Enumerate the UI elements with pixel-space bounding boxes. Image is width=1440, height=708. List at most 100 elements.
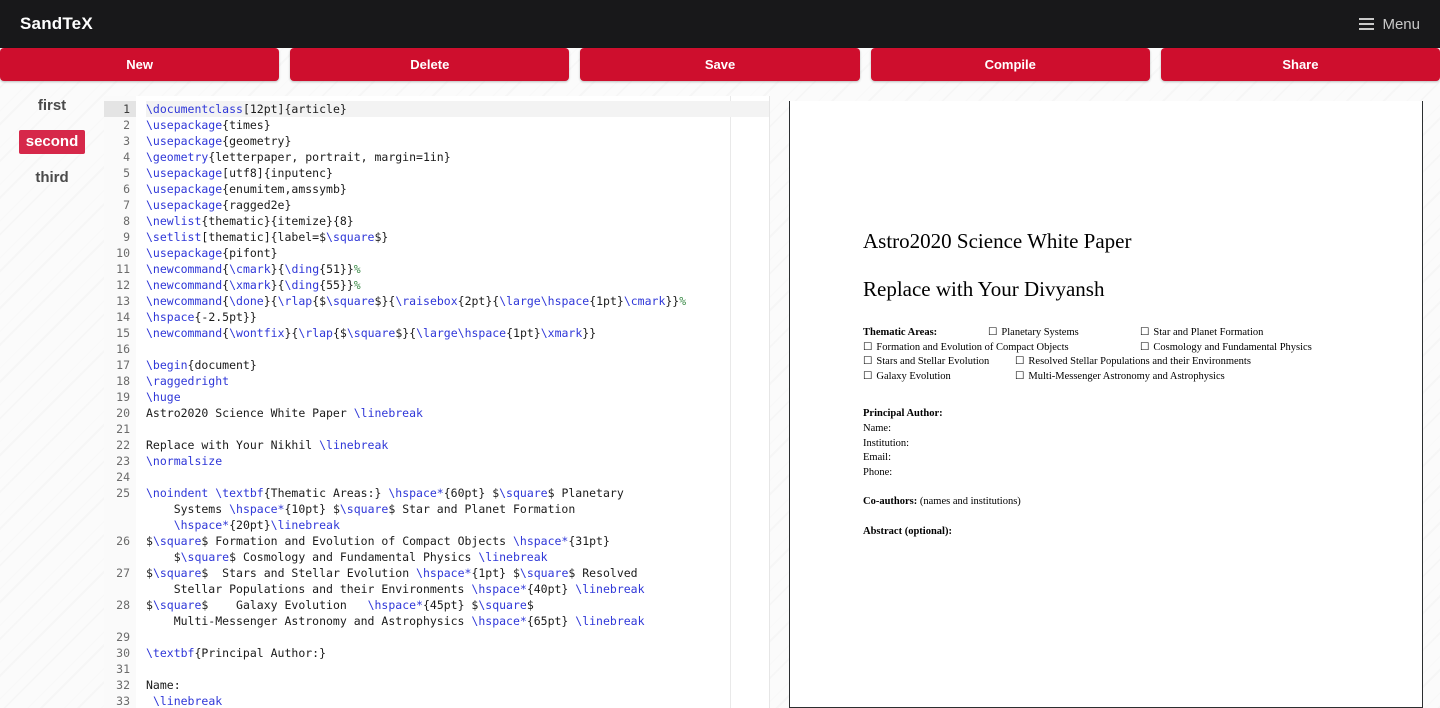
code-line[interactable]	[146, 661, 769, 677]
checkbox-icon: ☐	[863, 356, 873, 368]
thematic-option: ☐ Multi-Messenger Astronomy and Astrophys…	[1015, 370, 1381, 385]
top-bar: SandTeX Menu	[0, 0, 1440, 48]
thematic-option: ☐ Cosmology and Fundamental Physics	[1140, 341, 1381, 356]
code-line[interactable]: \setlist[thematic]{label=$\square$}	[146, 229, 769, 245]
line-number: 21	[116, 422, 130, 436]
code-line[interactable]: \newcommand{\xmark}{\ding{55}}%	[146, 277, 769, 293]
code-line[interactable]	[146, 421, 769, 437]
line-number: 20	[116, 406, 130, 420]
action-toolbar: New Delete Save Compile Share	[0, 48, 1440, 85]
thematic-option: ☐ Galaxy Evolution	[863, 370, 1015, 385]
code-line[interactable]: \usepackage{times}	[146, 117, 769, 133]
thematic-row: ☐ Galaxy Evolution ☐ Multi-Messenger Astro…	[863, 370, 1381, 385]
thematic-option: ☐ Stars and Stellar Evolution	[863, 355, 1015, 370]
code-content[interactable]: \documentclass[12pt]{article} \usepackage…	[136, 101, 769, 708]
checkbox-icon: ☐	[1015, 356, 1025, 368]
pdf-page: Astro2020 Science White Paper Replace wi…	[790, 156, 1422, 707]
line-number: 6	[123, 182, 130, 196]
file-list: first second third	[0, 94, 104, 190]
abstract-label: Abstract (optional):	[863, 525, 952, 537]
thematic-option-label: Galaxy Evolution	[876, 370, 951, 382]
hamburger-icon	[1359, 18, 1375, 30]
save-button[interactable]: Save	[580, 48, 860, 81]
code-line[interactable]: \newlist{thematic}{itemize}{8}	[146, 213, 769, 229]
line-number: 31	[116, 662, 130, 676]
code-line[interactable]: \raggedright	[146, 373, 769, 389]
code-line[interactable]: \usepackage{ragged2e}	[146, 197, 769, 213]
thematic-option: ☐ Formation and Evolution of Compact Obje…	[863, 341, 1140, 356]
line-number: 26	[116, 534, 130, 548]
line-number: 24	[116, 470, 130, 484]
code-line[interactable]: \usepackage{enumitem,amssymb}	[146, 181, 769, 197]
code-line[interactable]: \huge	[146, 389, 769, 405]
code-line[interactable]: Astro2020 Science White Paper \linebreak	[146, 405, 769, 421]
thematic-row: ☐ Formation and Evolution of Compact Obje…	[863, 341, 1381, 356]
menu-button[interactable]: Menu	[1359, 16, 1424, 33]
code-line[interactable]	[146, 341, 769, 357]
code-line[interactable]: \hspace*{20pt}\linebreak	[146, 517, 769, 533]
code-line[interactable]: \usepackage[utf8]{inputenc}	[146, 165, 769, 181]
app-brand: SandTeX	[20, 14, 93, 33]
code-line[interactable]: \linebreak	[146, 693, 769, 708]
checkbox-icon: ☐	[1140, 341, 1150, 353]
code-line[interactable]: \textbf{Principal Author:}	[146, 645, 769, 661]
new-button[interactable]: New	[0, 48, 280, 81]
code-line[interactable]: \usepackage{geometry}	[146, 133, 769, 149]
menu-button-label: Menu	[1382, 15, 1420, 33]
code-line[interactable]: \newcommand{\cmark}{\ding{51}}%	[146, 261, 769, 277]
line-number: 25	[116, 486, 130, 500]
code-line[interactable]	[146, 629, 769, 645]
checkbox-icon: ☐	[988, 327, 998, 338]
share-button[interactable]: Share	[1160, 48, 1440, 81]
code-line[interactable]: $\square$ Stars and Stellar Evolution \h…	[146, 565, 769, 581]
code-line[interactable]: \usepackage{pifont}	[146, 245, 769, 261]
code-line[interactable]: Replace with Your Nikhil \linebreak	[146, 437, 769, 453]
code-line[interactable]	[146, 469, 769, 485]
code-line[interactable]: \hspace{-2.5pt}}	[146, 309, 769, 325]
file-item-second[interactable]: second	[18, 130, 86, 154]
code-line[interactable]: $\square$ Formation and Evolution of Com…	[146, 533, 769, 549]
thematic-option-label: Planetary Systems	[1001, 327, 1079, 338]
field-name: Name:	[863, 422, 891, 434]
line-number: 11	[116, 262, 130, 276]
thematic-option-label: Resolved Stellar Populations and their E…	[1028, 356, 1251, 368]
file-item-first[interactable]: first	[31, 94, 73, 118]
delete-button[interactable]: Delete	[290, 48, 570, 81]
line-number: 3	[123, 134, 130, 148]
code-line[interactable]: Multi-Messenger Astronomy and Astrophysi…	[146, 613, 769, 629]
code-line[interactable]: Name:	[146, 677, 769, 693]
compile-button[interactable]: Compile	[870, 48, 1150, 81]
pdf-preview-pane[interactable]: Astro2020 Science White Paper Replace wi…	[789, 101, 1423, 708]
code-line[interactable]: Systems \hspace*{10pt} $\square$ Star an…	[146, 501, 769, 517]
code-line[interactable]: $\square$ Cosmology and Fundamental Phys…	[146, 549, 769, 565]
line-number: 7	[123, 198, 130, 212]
code-line[interactable]: \noindent \textbf{Thematic Areas:} \hspa…	[146, 485, 769, 501]
line-number: 14	[116, 310, 130, 324]
file-item-third[interactable]: third	[28, 166, 75, 190]
code-line[interactable]: \newcommand{\wontfix}{\rlap{$\square$}{\…	[146, 325, 769, 341]
code-line[interactable]: Stellar Populations and their Environmen…	[146, 581, 769, 597]
code-line[interactable]: \newcommand{\done}{\rlap{$\square$}{\rai…	[146, 293, 769, 309]
code-line[interactable]: \geometry{letterpaper, portrait, margin=…	[146, 149, 769, 165]
code-line[interactable]: \normalsize	[146, 453, 769, 469]
code-line[interactable]: \documentclass[12pt]{article}	[146, 101, 769, 117]
document-subtitle: Replace with Your Divyansh	[863, 277, 1105, 301]
code-scroll-area[interactable]: \documentclass[12pt]{article} \usepackage…	[136, 96, 769, 708]
line-number: 18	[116, 374, 130, 388]
code-editor[interactable]: 1 2 3 4 5 6 7 8 9 10 11 12 13 14 15 16 17 18 19 20 21 22 23 24 2…	[104, 96, 770, 708]
thematic-option: ☐ Resolved Stellar Populations and their …	[1015, 355, 1381, 370]
line-number: 10	[116, 246, 130, 260]
line-number: 4	[123, 150, 130, 164]
thematic-option: ☐ Planetary Systems	[988, 326, 1140, 341]
checkbox-icon: ☐	[863, 370, 873, 382]
line-number: 9	[123, 230, 130, 244]
coauthors-label: Co-authors:	[863, 496, 918, 508]
code-line[interactable]: \begin{document}	[146, 357, 769, 373]
line-number: 28	[116, 598, 130, 612]
thematic-row: Thematic Areas: ☐ Planetary Systems ☐ Star…	[863, 326, 1381, 341]
line-number: 17	[116, 358, 130, 372]
coauthors-line: Co-authors: (names and institutions)	[863, 495, 1381, 510]
line-number: 33	[116, 694, 130, 708]
code-line[interactable]: $\square$ Galaxy Evolution \hspace*{45pt…	[146, 597, 769, 613]
thematic-areas-label: Thematic Areas:	[863, 327, 938, 338]
